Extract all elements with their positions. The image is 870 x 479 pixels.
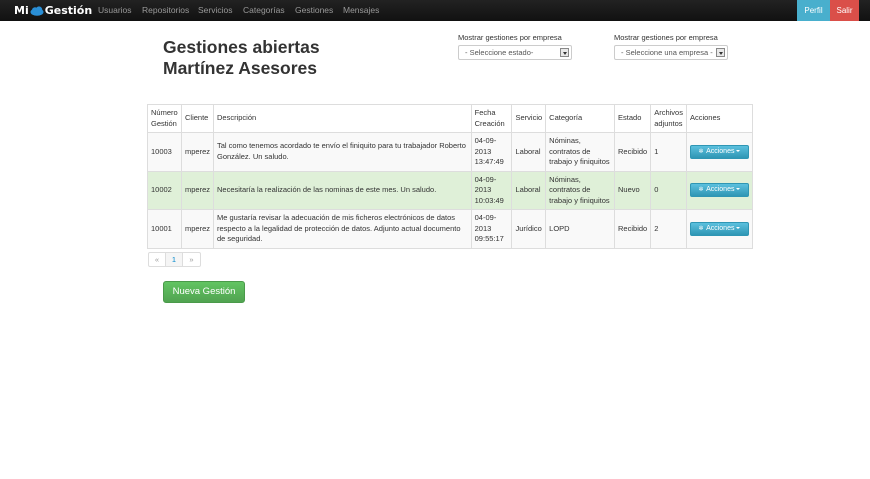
cell-numero: 10001 [147, 209, 182, 249]
header-estado: Estado [614, 104, 652, 133]
table-header-row: Número Gestión Cliente Descripción Fecha C… [147, 104, 754, 133]
acciones-button[interactable]: ✲ Acciones [689, 144, 749, 159]
cell-descripcion: Tal como tenemos acordado te envío el fi… [213, 132, 472, 172]
nav-item-mensajes[interactable]: Mensajes [343, 0, 379, 21]
acciones-button[interactable]: ✲ Acciones [689, 183, 749, 198]
cell-estado: Nuevo [614, 170, 652, 210]
acciones-button[interactable]: ✲ Acciones [689, 221, 749, 236]
empresa-select[interactable]: - Seleccione una empresa - [614, 45, 728, 60]
cell-archivos: 2 [650, 209, 687, 249]
salir-button[interactable]: Salir [830, 0, 859, 21]
cell-cliente: mperez [180, 209, 215, 249]
cell-estado: Recibido [614, 132, 652, 172]
cell-servicio: Jurídico [511, 209, 547, 249]
cell-fecha: 04-09- 2013 10:03:49 [470, 170, 513, 210]
estado-select-value: - Seleccione estado- [465, 48, 534, 57]
caret-down-icon [736, 188, 741, 191]
nav-item-servicios[interactable]: Servicios [198, 0, 232, 21]
perfil-button[interactable]: Perfil [797, 0, 830, 21]
header-fecha: Fecha Creación [470, 104, 513, 133]
pagination-prev[interactable]: « [149, 253, 166, 266]
cell-numero: 10002 [147, 170, 182, 210]
cell-fecha: 04-09- 2013 13:47:49 [470, 132, 513, 172]
cell-acciones: ✲ Acciones [685, 132, 754, 172]
table-row: 10001 mperez Me gustaría revisar la adec… [147, 209, 754, 249]
brand-logo[interactable]: Mi Gestión [14, 3, 92, 18]
table-row: 10003 mperez Tal como tenemos acordado t… [147, 132, 754, 172]
brand-text-right: Gestión [44, 4, 93, 17]
cell-archivos: 1 [650, 132, 687, 172]
caret-down-icon [736, 149, 741, 152]
cell-numero: 10003 [147, 132, 182, 172]
estado-filter-label: Mostrar gestiones por empresa [458, 33, 562, 42]
cell-categoria: Nóminas, contratos de trabajo y finiquit… [545, 132, 616, 172]
nav-item-usuarios[interactable]: Usuarios [98, 0, 132, 21]
header-servicio: Servicio [511, 104, 547, 133]
empresa-select-value: - Seleccione una empresa - [621, 48, 713, 57]
nav-item-gestiones[interactable]: Gestiones [295, 0, 333, 21]
cell-servicio: Laboral [511, 170, 547, 210]
gestiones-table: Número Gestión Cliente Descripción Fecha C… [147, 104, 754, 249]
caret-down-icon [736, 226, 741, 229]
gear-icon: ✲ [698, 225, 704, 232]
pagination: « 1 » [148, 252, 201, 267]
nav-item-categorias[interactable]: Categorías [243, 0, 285, 21]
cloud-icon [30, 5, 44, 16]
cell-categoria: LOPD [545, 209, 616, 249]
header-archivos: Archivos adjuntos [650, 104, 687, 133]
header-cliente: Cliente [180, 104, 215, 133]
cell-estado: Recibido [614, 209, 652, 249]
cell-fecha: 04-09- 2013 09:55:17 [470, 209, 513, 249]
nueva-gestion-button[interactable]: Nueva Gestión [163, 281, 245, 303]
page-title-line2: Martínez Asesores [163, 58, 317, 78]
header-acciones: Acciones [685, 104, 754, 133]
table-row: 10002 mperez Necesitaría la realización … [147, 170, 754, 210]
top-navbar: Mi Gestión Usuarios Repositorios Servici… [0, 0, 870, 21]
gear-icon: ✲ [698, 148, 704, 155]
page-title: Gestiones abiertas Martínez Asesores [163, 37, 320, 79]
cell-cliente: mperez [180, 132, 215, 172]
chevron-down-icon [716, 48, 725, 57]
nav-item-repositorios[interactable]: Repositorios [142, 0, 189, 21]
brand-text-left: Mi [14, 4, 29, 17]
chevron-down-icon [560, 48, 569, 57]
pagination-next[interactable]: » [183, 253, 200, 266]
pagination-page-1[interactable]: 1 [166, 253, 183, 266]
empresa-filter-label: Mostrar gestiones por empresa [614, 33, 718, 42]
header-categoria: Categoría [545, 104, 616, 133]
cell-acciones: ✲ Acciones [685, 209, 754, 249]
page-title-line1: Gestiones abiertas [163, 37, 320, 57]
cell-acciones: ✲ Acciones [685, 170, 754, 210]
cell-servicio: Laboral [511, 132, 547, 172]
estado-select[interactable]: - Seleccione estado- [458, 45, 572, 60]
cell-descripcion: Necesitaría la realización de las nomina… [213, 170, 472, 210]
cell-cliente: mperez [180, 170, 215, 210]
cell-categoria: Nóminas, contratos de trabajo y finiquit… [545, 170, 616, 210]
cell-descripcion: Me gustaría revisar la adecuación de mis… [213, 209, 472, 249]
header-descripcion: Descripción [213, 104, 472, 133]
cell-archivos: 0 [650, 170, 687, 210]
gear-icon: ✲ [698, 187, 704, 194]
header-numero: Número Gestión [147, 104, 182, 133]
